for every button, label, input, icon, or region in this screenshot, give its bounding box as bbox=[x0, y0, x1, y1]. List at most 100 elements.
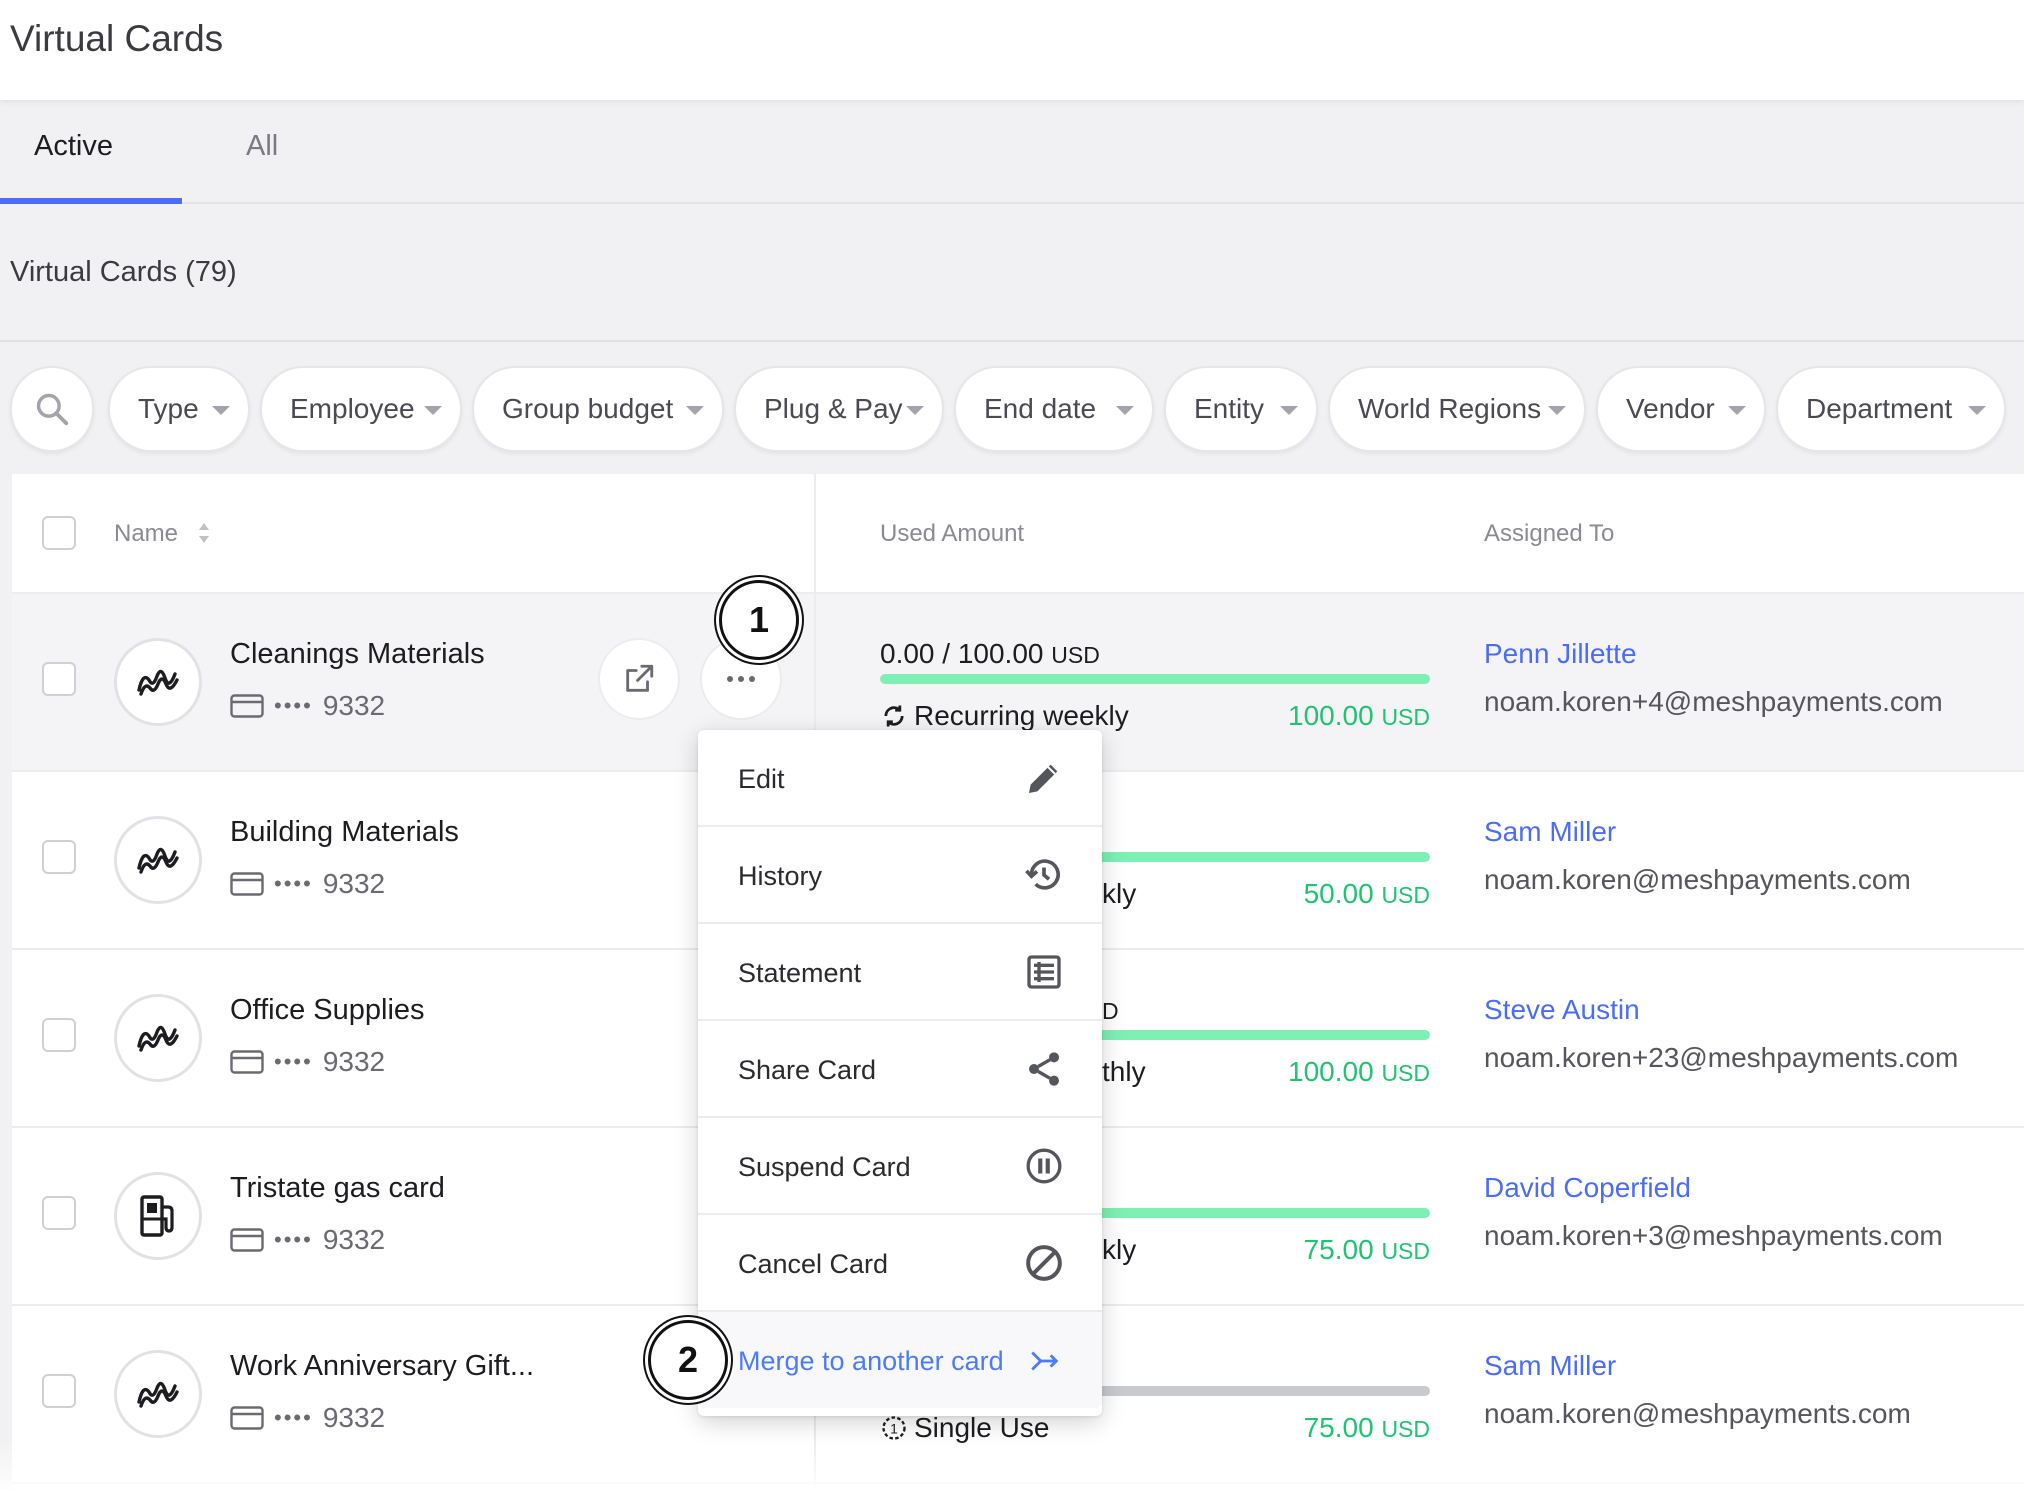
card-last4: 9332 bbox=[322, 868, 386, 899]
limit-value: 75.00 bbox=[1303, 1412, 1374, 1443]
mesh-logo-icon bbox=[114, 638, 202, 726]
caret-down-icon bbox=[1728, 406, 1746, 415]
frequency-label: kly bbox=[1102, 878, 1137, 909]
svg-text:1: 1 bbox=[890, 1420, 898, 1436]
menu-item-label: Edit bbox=[738, 764, 785, 794]
filter-world-regions[interactable]: World Regions bbox=[1328, 366, 1586, 452]
card-number: •••• 9332 bbox=[230, 868, 385, 900]
menu-item-statement[interactable]: Statement bbox=[698, 924, 1102, 1021]
menu-item-edit[interactable]: Edit bbox=[698, 730, 1102, 827]
card-number: •••• 9332 bbox=[230, 690, 385, 722]
frequency: thly bbox=[1102, 1056, 1146, 1088]
assignee-email: noam.koren+23@meshpayments.com bbox=[1484, 1042, 1959, 1073]
used-amount: D bbox=[1102, 994, 1119, 1026]
masked-digits: •••• bbox=[274, 1227, 313, 1252]
bottom-fade bbox=[0, 1440, 2024, 1490]
limit-value: 100.00 bbox=[1288, 1056, 1374, 1087]
filter-vendor[interactable]: Vendor bbox=[1596, 366, 1766, 452]
assignee-name[interactable]: David Coperfield bbox=[1484, 1172, 1691, 1204]
row-checkbox[interactable] bbox=[42, 1018, 76, 1052]
filter-employee[interactable]: Employee bbox=[260, 366, 462, 452]
usage-bar bbox=[880, 674, 1430, 684]
filter-end-date[interactable]: End date bbox=[954, 366, 1154, 452]
frequency-label: Recurring weekly bbox=[914, 700, 1129, 731]
card-name[interactable]: Building Materials bbox=[230, 816, 459, 849]
sort-icon[interactable] bbox=[196, 518, 212, 548]
filter-group-budget[interactable]: Group budget bbox=[472, 366, 724, 452]
limit-value: 50.00 bbox=[1303, 878, 1374, 909]
page-title: Virtual Cards bbox=[10, 18, 224, 59]
menu-item-suspend-card[interactable]: Suspend Card bbox=[698, 1118, 1102, 1215]
menu-item-merge-card[interactable]: Merge to another card bbox=[698, 1312, 1102, 1408]
amount-value: 0.00 / 100.00 bbox=[880, 638, 1044, 669]
caret-down-icon bbox=[686, 406, 704, 415]
column-header-name[interactable]: Name bbox=[114, 520, 178, 548]
open-card-button[interactable] bbox=[598, 638, 680, 720]
masked-digits: •••• bbox=[274, 1049, 313, 1074]
limit-currency: USD bbox=[1381, 1238, 1430, 1264]
filter-label: End date bbox=[984, 393, 1097, 424]
assignee-name[interactable]: Sam Miller bbox=[1484, 816, 1616, 848]
tab-active[interactable]: Active bbox=[34, 130, 113, 163]
card-name[interactable]: Cleanings Materials bbox=[230, 638, 485, 671]
select-all-checkbox[interactable] bbox=[42, 516, 76, 550]
filter-type[interactable]: Type bbox=[108, 366, 250, 452]
filter-entity[interactable]: Entity bbox=[1164, 366, 1318, 452]
card-actions-menu: Edit History Statement Share Card Suspen… bbox=[698, 730, 1102, 1416]
search-button[interactable] bbox=[10, 366, 94, 452]
assignee-email: noam.koren+3@meshpayments.com bbox=[1484, 1220, 1943, 1251]
mesh-logo-icon bbox=[114, 816, 202, 904]
card-limit: 100.00 USD bbox=[1288, 1056, 1430, 1088]
statement-icon bbox=[1027, 955, 1061, 989]
card-number: •••• 9332 bbox=[230, 1402, 385, 1434]
menu-item-history[interactable]: History bbox=[698, 827, 1102, 924]
share-icon bbox=[1029, 1052, 1059, 1086]
row-checkbox[interactable] bbox=[42, 1196, 76, 1230]
tab-all[interactable]: All bbox=[246, 130, 278, 163]
caret-down-icon bbox=[906, 406, 924, 415]
frequency-label: thly bbox=[1102, 1056, 1146, 1087]
credit-card-icon bbox=[230, 1228, 264, 1252]
filter-label: Entity bbox=[1194, 393, 1265, 424]
top-bar: Virtual Cards bbox=[0, 0, 2024, 100]
tab-bar: Active All bbox=[0, 100, 2024, 204]
assignee-email: noam.koren@meshpayments.com bbox=[1484, 1398, 1911, 1429]
row-checkbox[interactable] bbox=[42, 662, 76, 696]
menu-item-label: Suspend Card bbox=[738, 1152, 911, 1182]
amount-partial: D bbox=[1102, 998, 1119, 1024]
history-icon bbox=[1025, 859, 1060, 890]
assignee-name[interactable]: Steve Austin bbox=[1484, 994, 1640, 1026]
assignee-email: noam.koren@meshpayments.com bbox=[1484, 864, 1911, 895]
assignee-name[interactable]: Sam Miller bbox=[1484, 1350, 1616, 1382]
credit-card-icon bbox=[230, 1050, 264, 1074]
limit-value: 100.00 bbox=[1288, 700, 1374, 731]
more-horizontal-icon bbox=[727, 676, 755, 682]
menu-item-share-card[interactable]: Share Card bbox=[698, 1021, 1102, 1118]
card-last4: 9332 bbox=[322, 1402, 386, 1433]
filter-label: Plug & Pay bbox=[764, 393, 903, 424]
menu-item-label: Cancel Card bbox=[738, 1249, 889, 1279]
external-link-icon bbox=[626, 664, 654, 692]
limit-value: 75.00 bbox=[1303, 1234, 1374, 1265]
row-checkbox[interactable] bbox=[42, 840, 76, 874]
card-name[interactable]: Work Anniversary Gift... bbox=[230, 1350, 534, 1383]
filter-label: Employee bbox=[290, 393, 415, 424]
search-icon bbox=[36, 393, 69, 426]
filter-plug-and-pay[interactable]: Plug & Pay bbox=[734, 366, 944, 452]
caret-down-icon bbox=[212, 406, 230, 415]
card-name[interactable]: Office Supplies bbox=[230, 994, 425, 1027]
masked-digits: •••• bbox=[274, 871, 313, 896]
amount-currency: USD bbox=[1051, 642, 1100, 668]
assignee-name[interactable]: Penn Jillette bbox=[1484, 638, 1637, 670]
caret-down-icon bbox=[1968, 406, 1986, 415]
card-name[interactable]: Tristate gas card bbox=[230, 1172, 445, 1205]
row-checkbox[interactable] bbox=[42, 1374, 76, 1408]
filter-department[interactable]: Department bbox=[1776, 366, 2006, 452]
menu-item-label: Share Card bbox=[738, 1055, 877, 1085]
section-title: Virtual Cards (79) bbox=[10, 256, 237, 288]
mesh-logo-icon bbox=[114, 1350, 202, 1438]
gas-station-icon bbox=[114, 1172, 202, 1260]
credit-card-icon bbox=[230, 1406, 264, 1430]
menu-item-cancel-card[interactable]: Cancel Card bbox=[698, 1215, 1102, 1312]
menu-item-label: History bbox=[738, 861, 823, 891]
